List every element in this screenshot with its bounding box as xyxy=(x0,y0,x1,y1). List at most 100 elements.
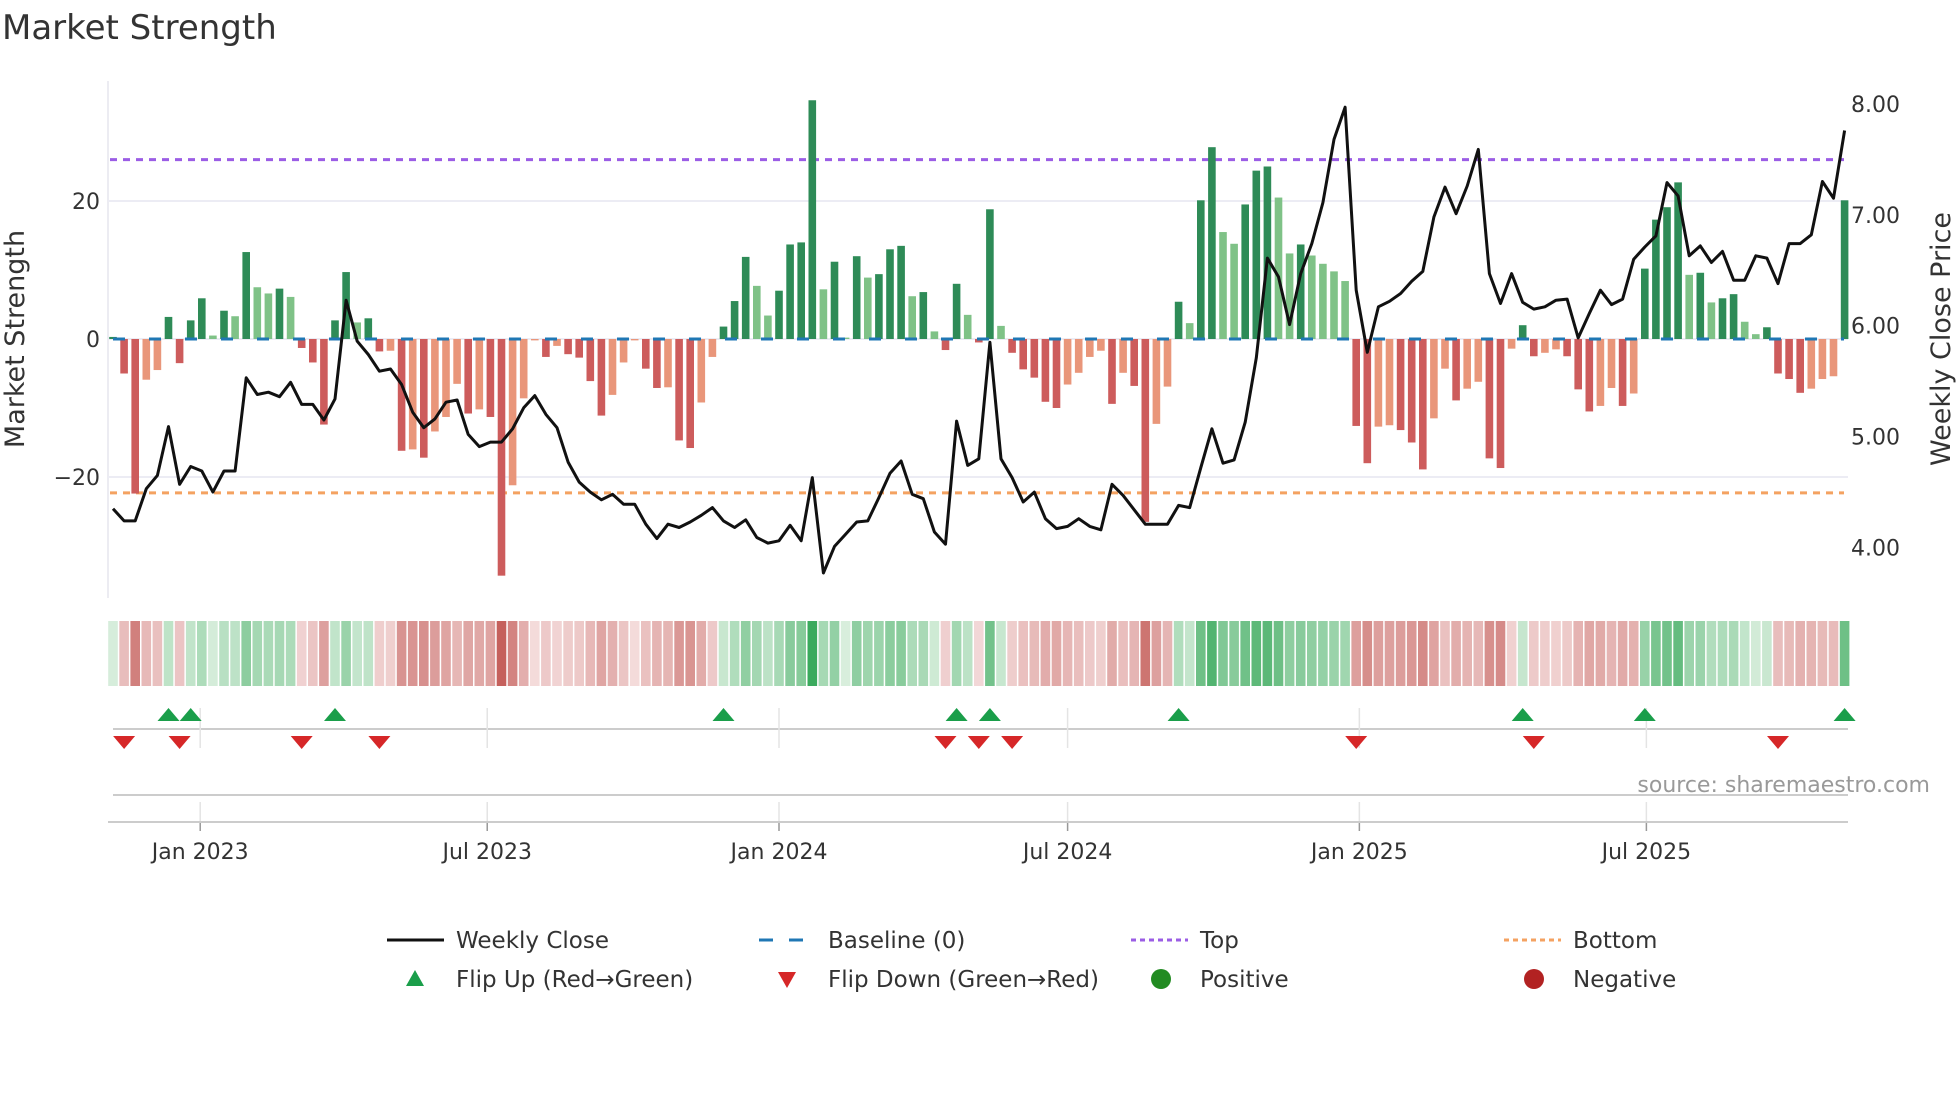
heat-cell xyxy=(985,621,995,686)
strength-bar xyxy=(1319,263,1327,339)
legend-item-line: Weekly Close xyxy=(387,928,609,954)
heat-cell xyxy=(1340,621,1350,686)
heat-cell xyxy=(585,621,596,686)
strength-bar xyxy=(1352,339,1360,426)
strength-bar xyxy=(364,318,373,339)
left-tick-label: 20 xyxy=(72,190,100,215)
heat-cell xyxy=(1717,621,1728,686)
strength-bar xyxy=(486,339,495,417)
strength-bar xyxy=(1419,339,1427,470)
strength-bar xyxy=(1818,339,1827,380)
strength-bar xyxy=(597,339,606,416)
heat-cell xyxy=(818,621,829,686)
legend-label: Negative xyxy=(1573,967,1676,993)
heat-cell xyxy=(163,621,174,686)
strength-bar xyxy=(475,339,484,410)
heat-cell xyxy=(1795,621,1805,686)
heat-cell xyxy=(763,621,773,686)
heat-cell xyxy=(1040,621,1051,686)
heat-cell xyxy=(1817,621,1828,686)
strength-bar xyxy=(1541,339,1549,353)
heat-cell xyxy=(452,621,462,686)
flip-down-marker xyxy=(113,736,136,749)
strength-bar xyxy=(564,339,572,355)
heat-cell xyxy=(1240,621,1250,686)
strength-bar xyxy=(1119,339,1127,373)
heat-cell xyxy=(896,621,906,686)
strength-bar xyxy=(686,339,694,449)
x-axis: Jan 2023 Jul 2023 Jan 2024 Jul 2024 Jan 2025… xyxy=(108,821,1848,865)
heat-cell xyxy=(241,621,251,686)
heat-cell xyxy=(1029,621,1040,686)
strength-bar xyxy=(719,326,728,339)
strength-bar xyxy=(1507,339,1516,349)
right-tick-label: 6.00 xyxy=(1851,315,1900,340)
strength-bar xyxy=(1274,197,1283,339)
flip-up-marker xyxy=(978,708,1001,721)
strength-bar xyxy=(1685,274,1693,339)
heat-cell xyxy=(652,621,662,686)
heat-cell xyxy=(1573,621,1583,686)
heat-cell xyxy=(1384,621,1395,686)
legend-item-top: Top xyxy=(1131,928,1239,954)
strength-bar xyxy=(1219,232,1227,339)
heat-cell xyxy=(1406,621,1417,686)
heat-cell xyxy=(885,621,895,686)
heat-cell xyxy=(1506,621,1517,686)
heat-cell xyxy=(1517,621,1528,686)
strength-bar xyxy=(231,316,239,339)
x-tick-label: Jan 2023 xyxy=(150,840,249,865)
strength-bar xyxy=(1341,281,1349,339)
strength-bar xyxy=(1174,301,1183,339)
heat-cell xyxy=(1173,621,1184,686)
heat-cell xyxy=(1728,621,1739,686)
strength-bar xyxy=(930,331,939,339)
strength-bar xyxy=(1785,339,1793,380)
heat-cell xyxy=(663,621,673,686)
heat-cell xyxy=(1706,621,1717,686)
heat-cell xyxy=(430,621,440,686)
strength-bar xyxy=(209,335,217,339)
source-label: source: sharemaestro.com xyxy=(1637,773,1930,798)
heat-cell xyxy=(1140,621,1151,686)
heat-cell xyxy=(407,621,418,686)
right-axis-title: Weekly Close Price xyxy=(1926,212,1957,466)
heat-cell xyxy=(1595,621,1606,686)
strength-bar xyxy=(1241,204,1249,339)
heat-cell xyxy=(1651,621,1661,686)
strength-bar xyxy=(941,339,950,351)
heat-cell xyxy=(796,621,806,686)
heat-cell xyxy=(863,621,873,686)
strength-bar xyxy=(542,339,550,357)
heat-cell xyxy=(918,621,929,686)
strength-bar xyxy=(642,339,650,369)
heat-cell xyxy=(152,621,163,686)
strength-bar xyxy=(408,339,417,450)
heat-cell xyxy=(1318,621,1328,686)
strength-bar xyxy=(997,325,1005,339)
right-y-axis: 8.00 7.00 6.00 5.00 4.00 xyxy=(1851,93,1900,562)
flip-down-marker xyxy=(1345,736,1368,749)
strength-bar xyxy=(808,100,817,339)
strength-bar xyxy=(1796,339,1804,393)
strength-bar xyxy=(1807,339,1816,389)
heat-cell xyxy=(1429,621,1439,686)
heat-cell xyxy=(1395,621,1406,686)
x-tick-label: Jul 2023 xyxy=(440,840,532,865)
heat-cell xyxy=(130,621,140,686)
strength-bar xyxy=(1130,339,1138,386)
chart-title: Market Strength xyxy=(2,8,277,48)
heat-cell xyxy=(1273,621,1284,686)
strength-bar xyxy=(164,316,173,339)
strength-bar xyxy=(1530,339,1538,357)
strength-bar xyxy=(220,310,228,339)
flip-down-marker xyxy=(368,736,391,749)
heat-cell xyxy=(119,621,129,686)
strength-bar xyxy=(1552,339,1560,350)
legend-item-baseline: Baseline (0) xyxy=(759,928,965,954)
strength-bar xyxy=(730,301,739,339)
heat-cell xyxy=(208,621,218,686)
heat-cell xyxy=(1129,621,1139,686)
strength-bar xyxy=(1008,339,1016,353)
circle-icon xyxy=(1524,969,1544,989)
